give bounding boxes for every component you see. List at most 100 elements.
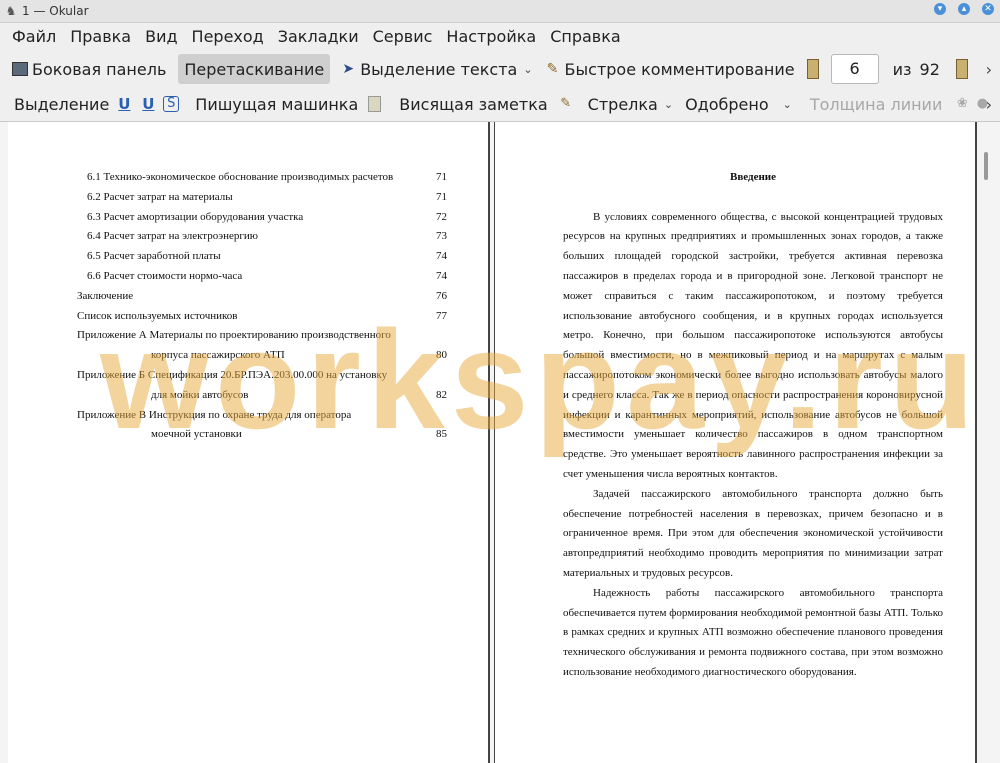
section-heading: Введение [729,171,777,183]
cursor-icon: ➤ [342,61,355,77]
chevron-down-icon[interactable]: ⌄ [523,63,532,76]
chevron-right-icon[interactable]: › [986,60,992,79]
color-icon[interactable]: ❀ [954,96,970,112]
document-page-right: Введение В условиях современного обществ… [494,122,977,763]
toc-page: 74 [436,250,447,263]
toc-page: 73 [436,230,447,243]
toc-entry: 6.4 Расчет затрат на электроэнергию [87,230,258,243]
minimize-icon[interactable]: ▾ [934,3,946,15]
arrow-button[interactable]: Стрелка ⌄ [582,89,679,119]
toc-entry: Приложение Б Спецификация 20.БР.ПЭА.203.… [77,368,388,381]
typewriter-label: Пишущая машинка [195,94,359,114]
paragraph: Задачей пассажирского автомобильного тра… [563,487,943,579]
stamp-label: Одобрено [685,94,769,114]
toc-entry: 6.5 Расчет заработной платы [87,250,221,263]
popup-note-button[interactable]: Висящая заметка [393,89,553,119]
toc-entry: Список используемых источников [77,309,238,322]
toc-entry: 6.2 Расчет затрат на материалы [87,190,233,203]
highlight-label: Выделение [14,94,110,114]
toc-page: 80 [436,349,447,362]
sidebar-label: Боковая панель [32,59,167,79]
window-title: 1 — Okular [22,4,89,18]
menu-help[interactable]: Справка [543,27,628,46]
chevron-down-icon[interactable]: ⌄ [664,98,673,111]
pen-icon: ✎ [546,61,559,77]
quick-comment-button[interactable]: ✎ Быстрое комментирование [539,54,801,84]
note-icon [368,96,382,112]
toc-row: для мойки автобусов 82 [77,386,447,406]
arrow-label: Стрелка [587,94,658,114]
toc-page: 74 [436,269,447,282]
highlight-button[interactable]: Выделение [8,89,115,119]
table-of-contents: 6.1 Технико-экономическое обоснование пр… [77,168,447,445]
strikeout-icon[interactable]: S [163,96,180,112]
vertical-scrollbar[interactable] [984,152,988,180]
toc-page: 71 [436,171,447,183]
toc-row: 6.6 Расчет стоимости нормо-часа 74 [77,267,447,287]
text-select-tool-button[interactable]: ➤ Выделение текста ⌄ [334,54,538,84]
toc-page: 82 [436,388,447,401]
toc-entry: для мойки автобусов [151,388,249,401]
page-next-icon[interactable] [955,59,968,79]
browse-tool-button[interactable]: Перетаскивание [178,54,331,84]
menu-go[interactable]: Переход [185,27,271,46]
stamp-icon: ✎ [560,96,572,111]
toc-entry: 6.6 Расчет стоимости нормо-часа [87,269,243,282]
toc-entry: корпуса пассажирского АТП [151,349,285,362]
typewriter-button[interactable]: Пишущая машинка [189,89,364,119]
toc-row: 6.3 Расчет амортизации оборудования учас… [77,208,447,228]
menu-bookmarks[interactable]: Закладки [271,27,366,46]
stamp-dropdown[interactable]: Одобрено ⌄ [679,89,798,119]
page-prev-icon[interactable] [806,59,819,79]
toc-page: 71 [436,190,447,203]
chevron-down-icon[interactable]: ⌄ [783,98,792,111]
line-width-button[interactable]: Толщина линии [804,89,949,119]
toc-entry: Приложение В Инструкция по охране труда … [77,408,352,421]
underline-icon[interactable]: U [118,95,136,113]
sidebar-button[interactable]: Боковая панель [6,54,172,84]
chevron-right-icon[interactable]: › [986,95,992,114]
menu-bar: Файл Правка Вид Переход Закладки Сервис … [0,22,1000,50]
menu-tools[interactable]: Сервис [366,27,440,46]
menu-settings[interactable]: Настройка [439,27,543,46]
close-icon[interactable]: ✕ [982,3,994,15]
document-page-left: 6.1 Технико-экономическое обоснование пр… [8,122,490,763]
toc-page: 85 [436,428,447,441]
paragraph: В условиях современного общества, с высо… [563,210,943,480]
toc-row: 6.5 Расчет заработной платы 74 [77,247,447,267]
toc-entry: 6.3 Расчет амортизации оборудования учас… [87,210,304,223]
toc-page: 77 [436,309,447,322]
toc-row: корпуса пассажирского АТП 80 [77,346,447,366]
title-bar: ♞ 1 — Okular ▾ ▴ ✕ [0,0,1000,23]
okular-icon: ♞ [5,4,17,18]
squiggle-icon[interactable]: U [142,95,160,113]
sidebar-icon [12,62,28,76]
maximize-icon[interactable]: ▴ [958,3,970,15]
text-select-label: Выделение текста [360,59,518,79]
toc-row: Приложение В Инструкция по охране труда … [77,406,447,426]
toc-row: 6.4 Расчет затрат на электроэнергию 73 [77,227,447,247]
main-toolbar: Боковая панель Перетаскивание ➤ Выделени… [0,52,1000,86]
toc-page: 76 [436,289,447,302]
browse-tool-label: Перетаскивание [184,59,325,79]
toc-row: Заключение 76 [77,287,447,307]
toc-row: Приложение Б Спецификация 20.БР.ПЭА.203.… [77,366,447,386]
toc-page: 72 [436,210,447,223]
page-of-label: из [892,59,912,79]
toc-entry: Приложение А Материалы по проектированию… [77,329,391,342]
toc-entry: 6.1 Технико-экономическое обоснование пр… [87,171,394,183]
page-number-input[interactable]: 6 [830,54,879,84]
menu-view[interactable]: Вид [138,27,184,46]
popup-note-label: Висящая заметка [399,94,548,114]
toc-row: 6.2 Расчет затрат на материалы 71 [77,188,447,208]
quick-comment-label: Быстрое комментирование [564,59,795,79]
page-total: 92 [919,59,940,79]
document-body: Введение В условиях современного обществ… [563,168,943,683]
toc-row: моечной установки 85 [77,425,447,445]
toc-row: Список используемых источников 77 [77,307,447,327]
menu-edit[interactable]: Правка [63,27,138,46]
document-viewport[interactable]: 6.1 Технико-экономическое обоснование пр… [0,122,1000,763]
annotation-toolbar: Выделение U U S Пишущая машинка Висящая … [0,87,1000,122]
menu-file[interactable]: Файл [0,27,63,46]
toc-entry: Заключение [77,289,134,302]
